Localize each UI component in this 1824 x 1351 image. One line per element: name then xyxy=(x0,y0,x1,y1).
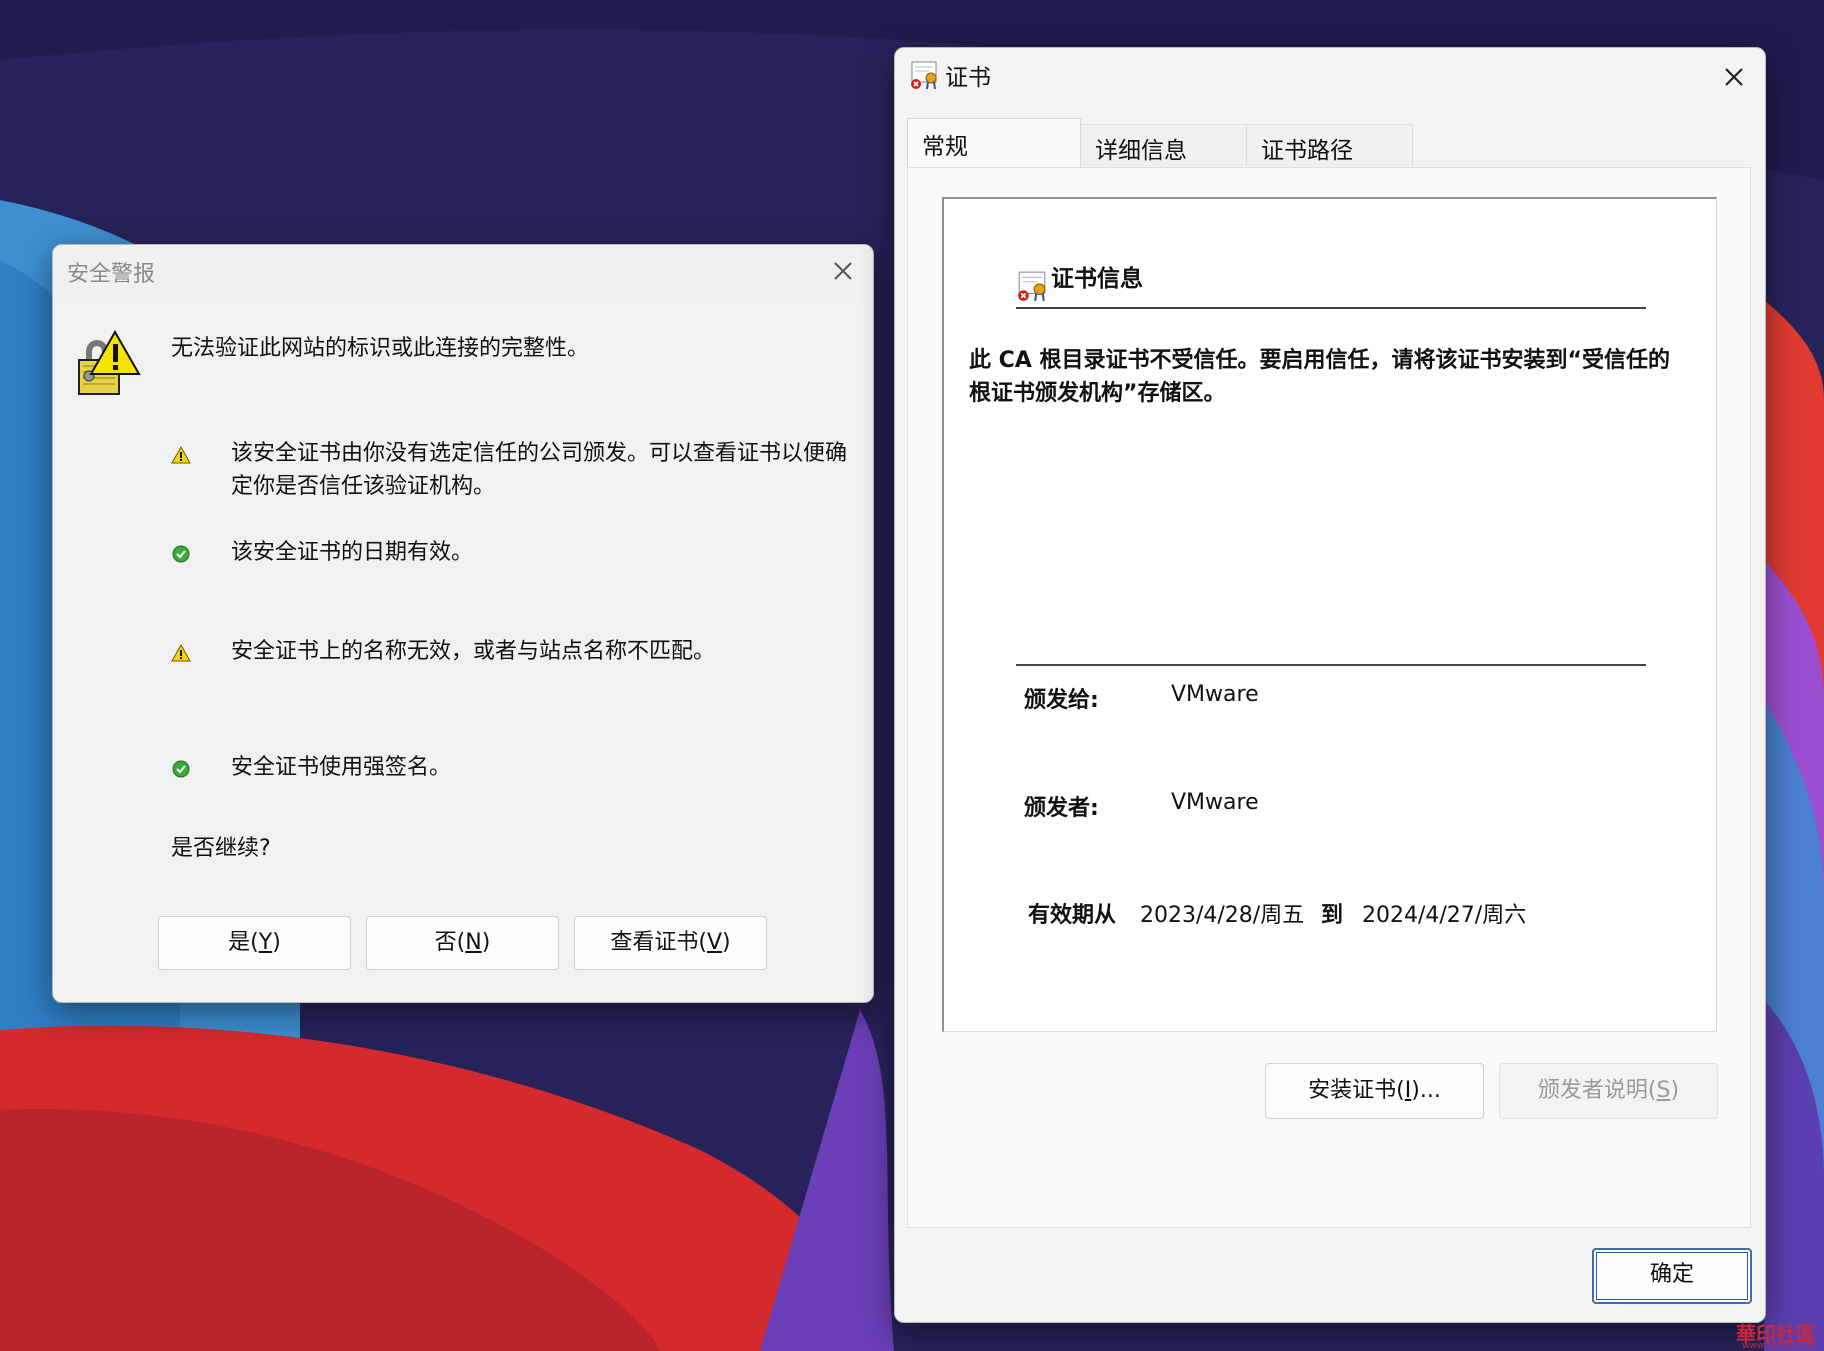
issuer-statement-button[interactable]: 颁发者说明(S) xyxy=(1499,1063,1718,1119)
issued-to-value: VMware xyxy=(1171,682,1259,707)
issuer-statement-hotkey: S xyxy=(1656,1078,1671,1103)
issuer-statement-label-end: ) xyxy=(1670,1078,1680,1103)
issuer-statement-label: 颁发者说明( xyxy=(1537,1078,1657,1103)
tab-general[interactable]: 常规 xyxy=(907,118,1081,168)
alert-title: 安全警报 xyxy=(67,262,156,287)
warning-icon xyxy=(171,643,191,662)
certificate-info-panel: 证书信息 此 CA 根目录证书不受信任。要启用信任，请将该证书安装到“受信任的根… xyxy=(942,197,1717,1032)
warning-icon xyxy=(171,445,191,464)
alert-item-name-mismatch: 安全证书上的名称无效，或者与站点名称不匹配。 xyxy=(171,635,851,705)
yes-button[interactable]: 是(Y) xyxy=(158,916,351,970)
certificate-error-icon xyxy=(1018,271,1046,302)
view-certificate-hotkey: V xyxy=(706,930,723,955)
lock-warning-icon xyxy=(78,329,141,395)
install-certificate-label: 安装证书( xyxy=(1308,1078,1405,1103)
ok-button[interactable]: 确定 xyxy=(1592,1248,1752,1304)
no-button-hotkey: N xyxy=(465,930,482,955)
untrusted-root-warning: 此 CA 根目录证书不受信任。要启用信任，请将该证书安装到“受信任的根证书颁发机… xyxy=(969,348,1670,406)
divider xyxy=(1016,307,1646,309)
no-button[interactable]: 否(N) xyxy=(366,916,559,970)
certificate-dialog: 证书 常规 详细信息 证书路径 证书信息 此 CA 根目录证书不受信任。要启用信… xyxy=(894,47,1766,1323)
watermark-url: www.52cnp.com xyxy=(1741,1341,1816,1351)
install-certificate-button[interactable]: 安装证书(I)... xyxy=(1265,1063,1484,1119)
certificate-error-icon xyxy=(911,61,937,90)
continue-question: 是否继续? xyxy=(171,836,271,861)
valid-from-value: 2023/4/28/周五 xyxy=(1140,903,1305,928)
alert-message: 无法验证此网站的标识或此连接的完整性。 xyxy=(171,336,590,361)
alert-item-text: 该安全证书的日期有效。 xyxy=(231,540,474,565)
yes-button-label: 是( xyxy=(228,930,259,955)
alert-item-text: 安全证书使用强签名。 xyxy=(231,755,452,780)
check-icon xyxy=(172,760,190,778)
issued-by-value: VMware xyxy=(1171,790,1259,815)
close-icon[interactable] xyxy=(1717,60,1751,94)
yes-button-label-end: ) xyxy=(272,930,281,955)
alert-titlebar: 安全警报 xyxy=(53,245,873,301)
alert-item-text: 安全证书上的名称无效，或者与站点名称不匹配。 xyxy=(231,639,716,664)
valid-to-label: 到 xyxy=(1321,903,1344,928)
issued-by-label: 颁发者: xyxy=(1024,796,1099,821)
install-certificate-label-end: )... xyxy=(1411,1078,1441,1103)
no-button-label: 否( xyxy=(434,930,466,955)
security-alert-dialog: 安全警报 无法验证此网站的标识或此连接的完整性。 该安全证书由你没有选定信任的公… xyxy=(52,244,874,1003)
view-certificate-label: 查看证书( xyxy=(610,930,707,955)
valid-from-label: 有效期从 xyxy=(1028,903,1117,928)
alert-item-strong-signature: 安全证书使用强签名。 xyxy=(171,751,851,821)
yes-button-hotkey: Y xyxy=(258,930,273,955)
view-certificate-label-end: ) xyxy=(722,930,731,955)
valid-to-value: 2024/4/27/周六 xyxy=(1362,903,1527,928)
tab-details[interactable]: 详细信息 xyxy=(1081,124,1247,166)
alert-item-date-valid: 该安全证书的日期有效。 xyxy=(171,536,851,606)
certificate-info-heading: 证书信息 xyxy=(1051,266,1143,292)
certificate-dialog-title: 证书 xyxy=(945,65,991,91)
check-icon xyxy=(172,545,190,563)
issued-to-label: 颁发给: xyxy=(1024,688,1099,713)
alert-item-text: 该安全证书由你没有选定信任的公司颁发。可以查看证书以便确定你是否信任该验证机构。 xyxy=(231,441,848,499)
divider xyxy=(1016,664,1646,666)
view-certificate-button[interactable]: 查看证书(V) xyxy=(574,916,767,970)
tab-certification-path[interactable]: 证书路径 xyxy=(1247,124,1413,166)
no-button-label-end: ) xyxy=(481,930,491,955)
close-icon[interactable] xyxy=(827,255,859,287)
alert-item-untrusted-issuer: 该安全证书由你没有选定信任的公司颁发。可以查看证书以便确定你是否信任该验证机构。 xyxy=(171,437,851,507)
